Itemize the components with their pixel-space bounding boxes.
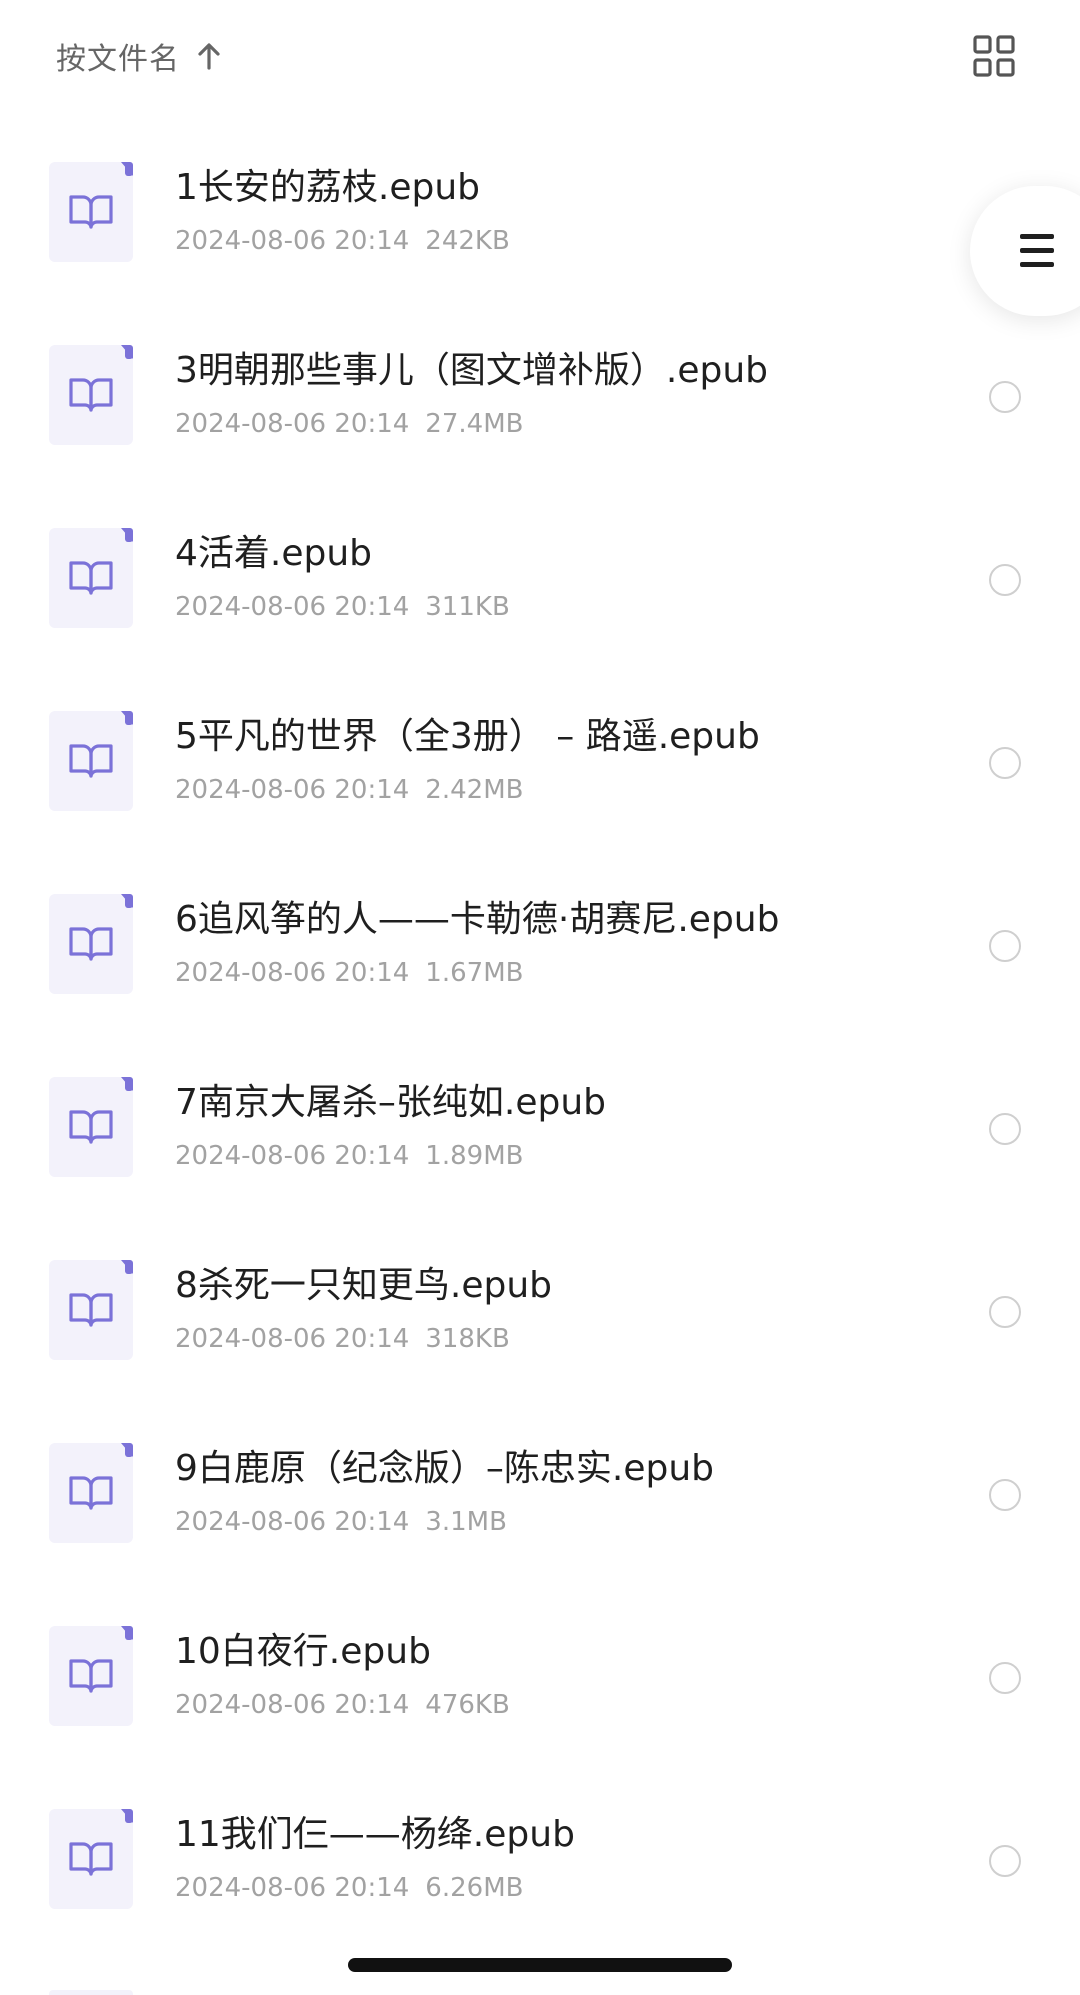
select-radio[interactable] <box>989 1113 1021 1145</box>
file-date: 2024-08-06 20:14 <box>175 226 410 256</box>
file-name: 9白鹿原（纪念版）–陈忠实.epub <box>175 1448 715 1489</box>
select-radio[interactable] <box>989 930 1021 962</box>
file-date: 2024-08-06 20:14 <box>175 1507 410 1537</box>
file-size: 242KB <box>425 226 510 256</box>
file-size: 1.67MB <box>425 958 524 988</box>
menu-icon <box>1020 234 1054 267</box>
book-icon <box>49 162 133 262</box>
file-row[interactable]: 11我们仨——杨绛.epub 2024-08-06 20:14 6.26MB <box>0 1757 1080 1940</box>
file-size: 3.1MB <box>425 1507 507 1537</box>
file-date: 2024-08-06 20:14 <box>175 1324 410 1354</box>
file-size: 318KB <box>425 1324 510 1354</box>
file-name: 4活着.epub <box>175 533 373 574</box>
book-icon <box>49 1626 133 1726</box>
book-icon <box>49 1260 133 1360</box>
file-meta: 2024-08-06 20:14 6.26MB <box>175 1871 875 1905</box>
select-radio[interactable] <box>989 564 1021 596</box>
home-indicator <box>348 1958 732 1972</box>
file-size: 6.26MB <box>425 1873 524 1903</box>
file-meta: 2024-08-06 20:14 2.42MB <box>175 773 875 807</box>
file-row[interactable]: 8杀死一只知更鸟.epub 2024-08-06 20:14 318KB <box>0 1208 1080 1391</box>
file-row[interactable]: 9白鹿原（纪念版）–陈忠实.epub 2024-08-06 20:14 3.1MB <box>0 1391 1080 1574</box>
file-name: 5平凡的世界（全3册） – 路遥.epub <box>175 716 760 757</box>
file-name: 10白夜行.epub <box>175 1631 431 1672</box>
select-radio[interactable] <box>989 747 1021 779</box>
book-icon <box>49 345 133 445</box>
file-date: 2024-08-06 20:14 <box>175 592 410 622</box>
file-list: 1长安的荔枝.epub 2024-08-06 20:14 242KB 3明朝那些事… <box>0 110 1080 1940</box>
sort-label: 按文件名 <box>56 42 180 77</box>
file-browser-page: 按文件名 1长安的荔枝.epub 2024-08-06 20:14 242KB … <box>0 0 1080 1995</box>
book-icon <box>49 1077 133 1177</box>
file-name: 11我们仨——杨绛.epub <box>175 1814 575 1855</box>
file-meta: 2024-08-06 20:14 311KB <box>175 590 875 624</box>
file-row[interactable]: 5平凡的世界（全3册） – 路遥.epub 2024-08-06 20:14 2.… <box>0 659 1080 842</box>
select-radio[interactable] <box>989 1479 1021 1511</box>
file-date: 2024-08-06 20:14 <box>175 1873 410 1903</box>
file-date: 2024-08-06 20:14 <box>175 1141 410 1171</box>
sort-by-name-button[interactable]: 按文件名 <box>56 34 226 78</box>
file-date: 2024-08-06 20:14 <box>175 958 410 988</box>
grid-view-icon <box>973 35 1015 77</box>
file-meta: 2024-08-06 20:14 1.89MB <box>175 1139 875 1173</box>
book-icon <box>49 1443 133 1543</box>
file-size: 1.89MB <box>425 1141 524 1171</box>
sort-bar: 按文件名 <box>0 0 1080 110</box>
file-meta: 2024-08-06 20:14 1.67MB <box>175 956 875 990</box>
file-name: 8杀死一只知更鸟.epub <box>175 1265 553 1306</box>
file-name: 7南京大屠杀–张纯如.epub <box>175 1082 607 1123</box>
file-size: 311KB <box>425 592 510 622</box>
book-icon <box>49 1809 133 1909</box>
book-icon <box>49 894 133 994</box>
file-name: 1长安的荔枝.epub <box>175 167 481 208</box>
file-meta: 2024-08-06 20:14 318KB <box>175 1322 875 1356</box>
file-row[interactable]: 3明朝那些事儿（图文增补版）.epub 2024-08-06 20:14 27.4… <box>0 293 1080 476</box>
file-meta: 2024-08-06 20:14 3.1MB <box>175 1505 875 1539</box>
book-icon <box>49 711 133 811</box>
select-radio[interactable] <box>989 381 1021 413</box>
file-date: 2024-08-06 20:14 <box>175 1690 410 1720</box>
file-row[interactable]: 4活着.epub 2024-08-06 20:14 311KB <box>0 476 1080 659</box>
file-name: 3明朝那些事儿（图文增补版）.epub <box>175 350 769 391</box>
file-name: 6追风筝的人——卡勒德·胡赛尼.epub <box>175 899 780 940</box>
file-date: 2024-08-06 20:14 <box>175 409 410 439</box>
select-radio[interactable] <box>989 1662 1021 1694</box>
file-row[interactable]: 10白夜行.epub 2024-08-06 20:14 476KB <box>0 1574 1080 1757</box>
file-meta: 2024-08-06 20:14 27.4MB <box>175 407 875 441</box>
file-row[interactable]: 7南京大屠杀–张纯如.epub 2024-08-06 20:14 1.89MB <box>0 1025 1080 1208</box>
file-date: 2024-08-06 20:14 <box>175 775 410 805</box>
file-row[interactable]: 6追风筝的人——卡勒德·胡赛尼.epub 2024-08-06 20:14 1.6… <box>0 842 1080 1025</box>
file-meta: 2024-08-06 20:14 242KB <box>175 224 875 258</box>
file-meta: 2024-08-06 20:14 476KB <box>175 1688 875 1722</box>
arrow-up-icon <box>198 43 220 70</box>
file-icon-partial <box>49 1990 133 1995</box>
file-row[interactable]: 1长安的荔枝.epub 2024-08-06 20:14 242KB <box>0 110 1080 293</box>
book-icon <box>49 528 133 628</box>
select-radio[interactable] <box>989 1845 1021 1877</box>
file-size: 2.42MB <box>425 775 524 805</box>
file-size: 476KB <box>425 1690 510 1720</box>
select-radio[interactable] <box>989 1296 1021 1328</box>
file-size: 27.4MB <box>425 409 524 439</box>
grid-view-toggle-button[interactable] <box>972 34 1016 78</box>
